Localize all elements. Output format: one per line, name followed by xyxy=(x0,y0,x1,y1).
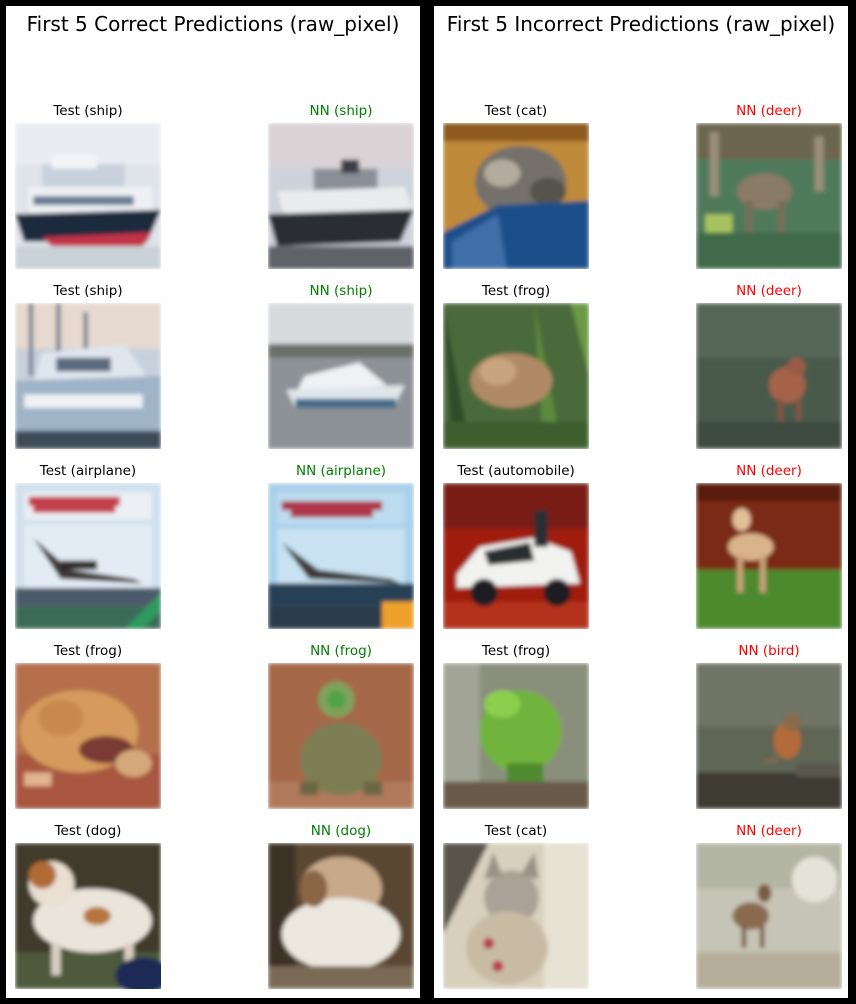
panel-title: First 5 Incorrect Predictions (raw_pixel… xyxy=(446,12,836,36)
test-label: Test (ship) xyxy=(53,103,123,119)
test-label: Test (frog) xyxy=(481,283,551,299)
nn-label: NN (deer) xyxy=(736,103,802,119)
panel-title: First 5 Correct Predictions (raw_pixel) xyxy=(26,12,400,36)
nn-image xyxy=(696,663,842,809)
test-image xyxy=(443,303,589,449)
nn-image xyxy=(268,843,414,989)
test-image xyxy=(15,843,161,989)
test-label: Test (frog) xyxy=(53,643,123,659)
nn-image xyxy=(268,483,414,629)
test-label: Test (dog) xyxy=(54,823,122,839)
test-image xyxy=(443,663,589,809)
incorrect-predictions-panel: First 5 Incorrect Predictions (raw_pixel… xyxy=(434,6,848,998)
test-label: Test (cat) xyxy=(484,823,548,839)
nn-label: NN (bird) xyxy=(738,643,800,659)
test-image xyxy=(15,123,161,269)
nn-image xyxy=(696,303,842,449)
test-label: Test (automobile) xyxy=(457,463,575,479)
nn-image xyxy=(268,663,414,809)
test-image xyxy=(443,483,589,629)
nn-label: NN (deer) xyxy=(736,823,802,839)
correct-predictions-panel: First 5 Correct Predictions (raw_pixel) … xyxy=(6,6,420,998)
nn-label: NN (deer) xyxy=(736,283,802,299)
nn-label: NN (deer) xyxy=(736,463,802,479)
test-label: Test (airplane) xyxy=(39,463,137,479)
nn-image xyxy=(696,843,842,989)
nn-image xyxy=(696,483,842,629)
nn-image xyxy=(268,123,414,269)
test-label: Test (cat) xyxy=(484,103,548,119)
test-label: Test (ship) xyxy=(53,283,123,299)
test-image xyxy=(15,663,161,809)
test-image xyxy=(443,123,589,269)
test-image xyxy=(443,843,589,989)
nn-image xyxy=(696,123,842,269)
nn-image xyxy=(268,303,414,449)
test-image xyxy=(15,303,161,449)
test-image xyxy=(15,483,161,629)
test-label: Test (frog) xyxy=(481,643,551,659)
